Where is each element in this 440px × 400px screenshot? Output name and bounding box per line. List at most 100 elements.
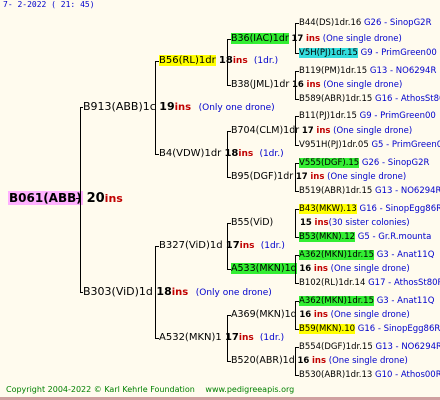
g4-node: V951H(PJ)1dr.05 G5 - PrimGreen00 xyxy=(299,137,440,153)
g2-ins: ins xyxy=(238,149,254,159)
g3-note: (One single drone) xyxy=(333,126,413,136)
g1-count: 18 xyxy=(156,285,172,298)
g3-count: 16 xyxy=(299,310,312,320)
g4-node: B530(ABR)1dr.13 G10 - Athos00R xyxy=(299,367,440,383)
footer-site-link[interactable]: www.pedigreeapis.org xyxy=(205,385,294,394)
g4-name: V5H(PJ)1dr.15 xyxy=(299,48,358,58)
connector-line xyxy=(295,145,299,146)
root-node: B061(ABB) 20ins xyxy=(8,190,123,206)
g2-name: B4(VDW)1dr xyxy=(159,148,222,159)
g3-ins: ins xyxy=(306,80,321,90)
root-name: B061(ABB) xyxy=(8,191,83,205)
connector-line xyxy=(295,255,299,256)
g4-name: B11(PJ)1dr.15 xyxy=(299,111,357,121)
g4-name: B119(PM)1dr.15 xyxy=(299,66,368,76)
connector-line xyxy=(295,191,299,192)
g3-ins: ins xyxy=(312,356,327,366)
g3-name: B95(DGF)1dr xyxy=(231,171,294,182)
connector-line xyxy=(227,361,231,362)
g4-node: A362(MKN)1dr.15 G3 - Anat11Q xyxy=(299,247,434,263)
g2-name: B56(RL)1dr xyxy=(159,55,216,66)
g3-count: 16 xyxy=(292,80,304,90)
g4-location: G5 - Gr.R.mounta xyxy=(357,232,432,242)
g2-ins: ins xyxy=(238,333,254,343)
g4-name: A362(MKN)1dr.15 xyxy=(299,250,374,260)
g3-name: B38(JML)1dr xyxy=(231,79,290,90)
g4-node: B53(MKN).12 G5 - Gr.R.mounta xyxy=(299,229,431,245)
connector-line xyxy=(227,315,231,316)
connector-line xyxy=(295,255,296,283)
g3-note: (One single drone) xyxy=(328,356,408,366)
g4-node: B519(ABR)1dr.15 G13 - NO6294R xyxy=(299,183,440,199)
g3-name: B36(IAC)1dr xyxy=(231,33,289,44)
connector-line xyxy=(295,301,299,302)
connector-line xyxy=(295,53,299,54)
g4-location: G9 - PrimGreen00 xyxy=(360,48,437,58)
g3-name: A369(MKN)1d xyxy=(231,309,297,320)
g2-node: B56(RL)1dr 18ins (1dr.) xyxy=(159,53,278,69)
g4-node: V555(DGF).15 G26 - SinopG2R xyxy=(299,155,429,171)
connector-line xyxy=(80,292,83,293)
connector-line xyxy=(155,338,159,339)
g4-node: B43(MKW).13 G16 - SinopEgg86R xyxy=(299,201,440,217)
g1-note: (Only one drone) xyxy=(198,103,275,113)
g4-name: B53(MKN).12 xyxy=(299,232,356,242)
g2-ins: ins xyxy=(239,241,255,251)
g2-node: B4(VDW)1dr 18ins (1dr.) xyxy=(159,146,284,162)
g1-node: B303(ViD)1d 18ins (Only one drone) xyxy=(83,284,272,300)
g2-ins: ins xyxy=(232,56,248,66)
g3-name: A533(MKN)1d xyxy=(231,263,297,274)
footer: Copyright 2004-2022 © Karl Kehrle Founda… xyxy=(6,385,302,394)
g4-location: G13 - NO6294R xyxy=(374,186,440,196)
g3-node: B55(ViD) xyxy=(231,215,273,231)
g4-name: B102(RL)1dr.14 xyxy=(299,278,366,288)
connector-line xyxy=(227,131,231,132)
g1-name: B303(ViD)1d xyxy=(83,285,153,298)
g1-note: (Only one drone) xyxy=(195,288,272,298)
g4-location: G3 - Anat11Q xyxy=(376,250,435,260)
g4-location: G26 - SinopG2R xyxy=(363,18,432,28)
g3-ins: ins xyxy=(310,172,325,182)
g4-name: B519(ABR)1dr.15 xyxy=(299,186,373,196)
connector-line xyxy=(155,61,159,62)
connector-line xyxy=(295,347,296,375)
g2-name: A532(MKN)1 xyxy=(159,332,222,343)
g4-location: G9 - PrimGreen00 xyxy=(359,111,436,121)
root-count: 20 xyxy=(86,191,105,206)
g4-location: G5 - PrimGreen00 xyxy=(371,140,440,150)
g3-ins: ins xyxy=(313,264,328,274)
connector-line xyxy=(155,246,156,338)
connector-line xyxy=(295,71,296,99)
connector-line xyxy=(227,85,231,86)
connector-line xyxy=(295,71,299,72)
g4-name: B589(ABR)1dr.15 xyxy=(299,94,373,104)
connector-line xyxy=(295,23,299,24)
g3-name: B704(CLM)1dr xyxy=(231,125,300,136)
g2-name: B327(ViD)1d xyxy=(159,240,223,251)
connector-line xyxy=(80,107,81,292)
g4-node: V5H(PJ)1dr.15 G9 - PrimGreen00 xyxy=(299,45,437,61)
g2-node: B327(ViD)1d 17ins (1dr.) xyxy=(159,238,285,254)
g4-location: G16 - AthosSt80R xyxy=(374,94,440,104)
g4-name: V555(DGF).15 xyxy=(299,158,360,168)
connector-line xyxy=(295,347,299,348)
g1-count: 19 xyxy=(159,100,175,113)
connector-line xyxy=(295,163,296,191)
connector-line xyxy=(295,209,296,237)
g3-name: B55(ViD) xyxy=(231,217,274,228)
g3-note: (One single drone) xyxy=(323,80,403,90)
g1-node: B913(ABB)1c 19ins (Only one drone) xyxy=(83,99,275,115)
connector-line xyxy=(76,198,81,199)
connector-line xyxy=(227,39,228,85)
g3-note: (One single drone) xyxy=(322,34,402,44)
g4-node: B59(MKN).10 G16 - SinopEgg86R xyxy=(299,321,440,337)
g3-count: 16 xyxy=(299,264,312,274)
connector-line xyxy=(295,116,299,117)
g2-note: (1dr.) xyxy=(259,333,285,343)
g4-location: G10 - Athos00R xyxy=(374,370,440,380)
connector-line xyxy=(227,39,231,40)
g4-location: G26 - SinopG2R xyxy=(361,158,430,168)
g3-note: (One single drone) xyxy=(327,172,407,182)
g3-ins: ins xyxy=(314,218,329,228)
footer-copyright: Copyright 2004-2022 © Karl Kehrle Founda… xyxy=(6,385,195,394)
